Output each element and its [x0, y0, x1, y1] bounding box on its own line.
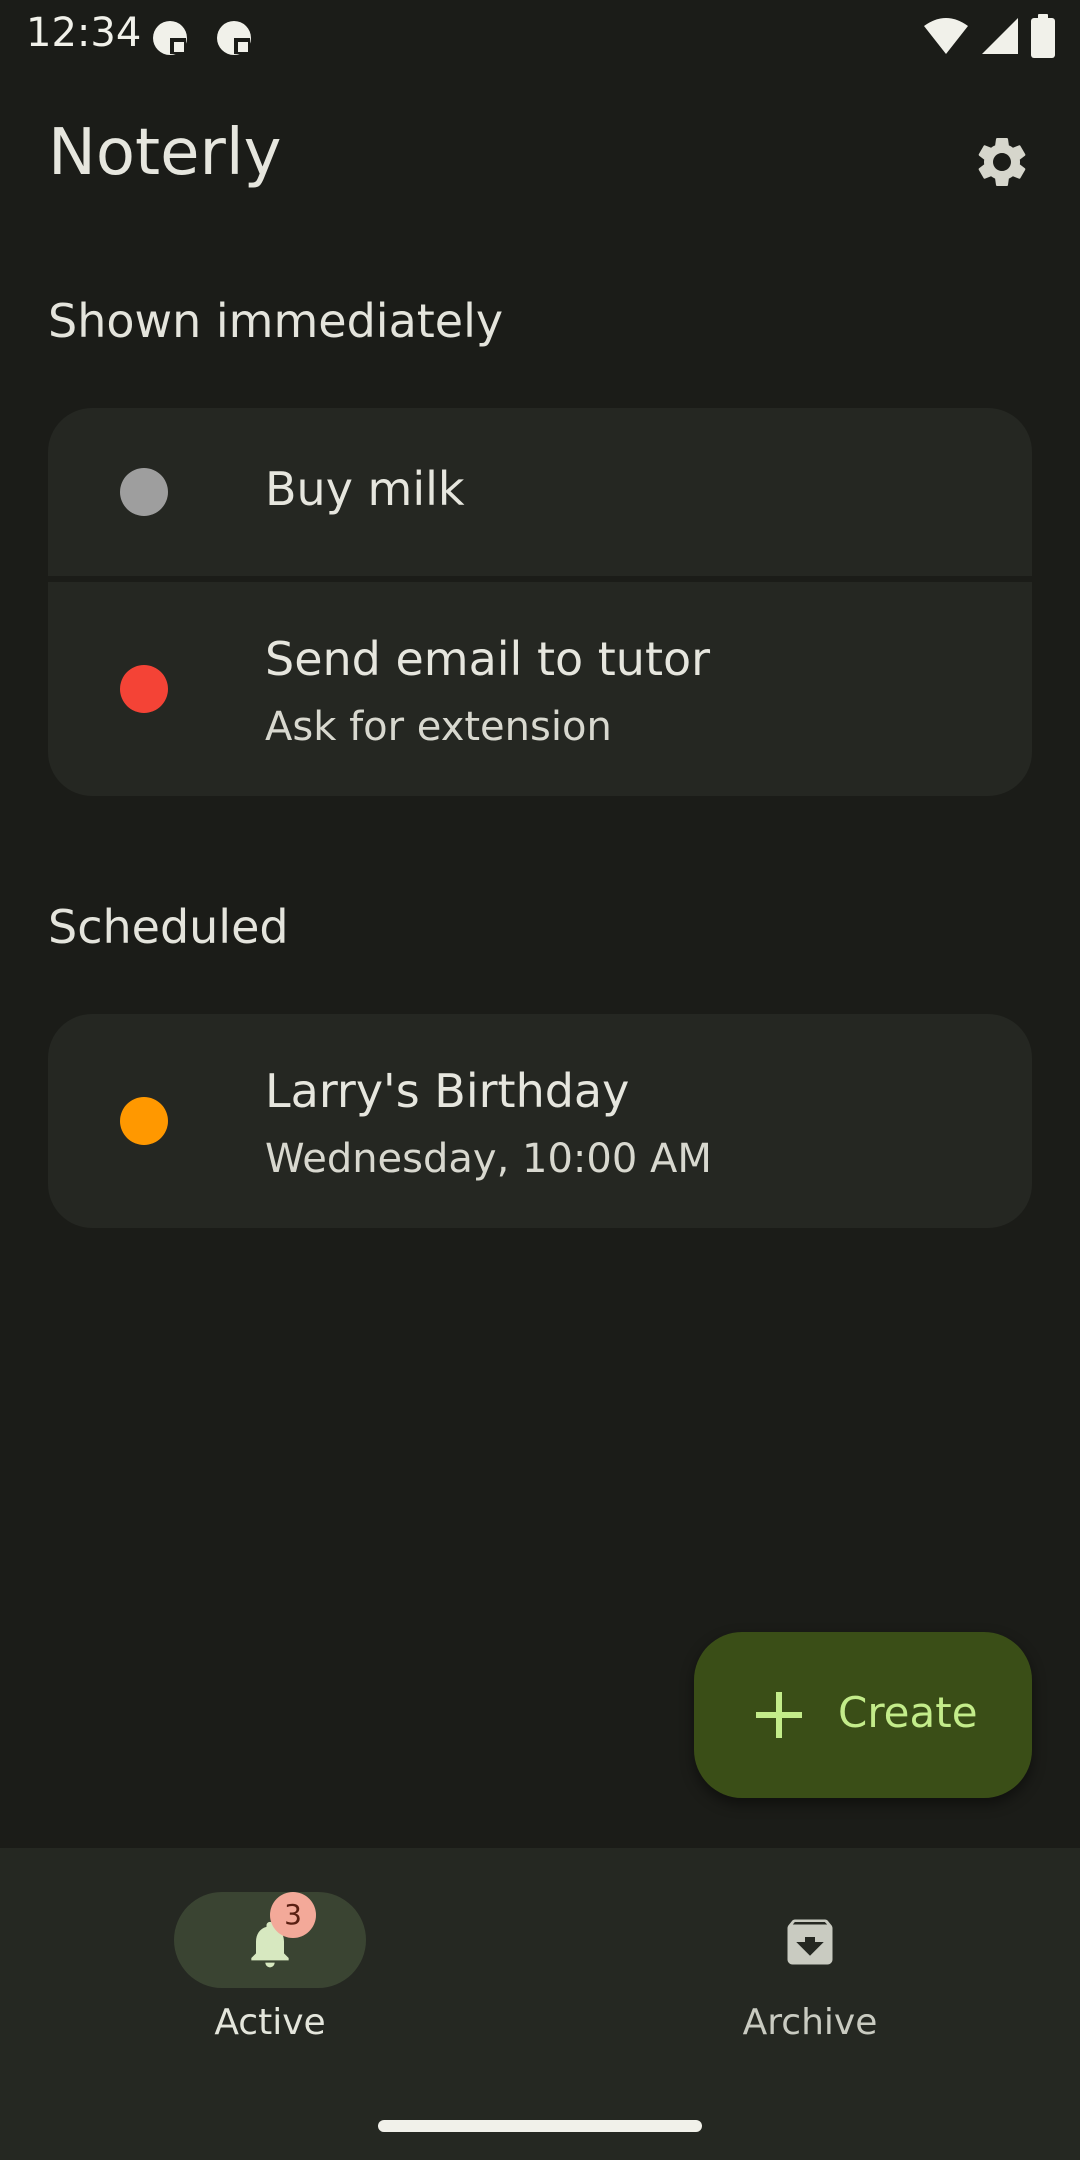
create-label: Create	[838, 1688, 978, 1737]
nav-item-active[interactable]: 3 Active	[0, 1848, 540, 2068]
app-bar: Noterly	[0, 80, 1080, 230]
nav-item-archive[interactable]: Archive	[540, 1848, 1080, 2068]
nav-label-active: Active	[214, 2002, 326, 2043]
priority-dot	[120, 468, 168, 516]
gear-icon	[978, 138, 1026, 186]
priority-dot	[120, 1097, 168, 1145]
note-title: Send email to tutor	[265, 632, 711, 686]
status-bar: 12:34	[0, 0, 1080, 72]
note-title: Larry's Birthday	[265, 1064, 630, 1118]
archive-icon	[787, 1919, 833, 1965]
scheduled-notes-list: Larry's Birthday Wednesday, 10:00 AM	[48, 1014, 1032, 1228]
wifi-icon	[924, 18, 968, 54]
status-icons	[922, 12, 1056, 60]
list-item[interactable]: Buy milk	[48, 408, 1032, 576]
battery-icon	[1031, 14, 1055, 58]
nav-label-archive: Archive	[742, 2002, 878, 2043]
list-item[interactable]: Send email to tutor Ask for extension	[48, 582, 1032, 796]
bottom-navigation: 3 Active Archive	[0, 1848, 1080, 2160]
section-title-immediate: Shown immediately	[48, 294, 504, 348]
gesture-handle[interactable]	[378, 2120, 702, 2132]
notification-badge: 3	[270, 1892, 316, 1938]
section-title-scheduled: Scheduled	[48, 900, 289, 954]
settings-button[interactable]	[960, 120, 1044, 204]
app-title: Noterly	[48, 116, 282, 190]
create-button[interactable]: Create	[694, 1632, 1032, 1798]
note-subtitle: Wednesday, 10:00 AM	[265, 1136, 712, 1182]
note-subtitle: Ask for extension	[265, 704, 612, 750]
note-title: Buy milk	[265, 462, 465, 516]
app-notification-icon	[217, 21, 251, 55]
status-time: 12:34	[26, 10, 142, 56]
immediate-notes-list: Buy milk Send email to tutor Ask for ext…	[48, 408, 1032, 796]
app-notification-icon	[153, 21, 187, 55]
plus-icon	[756, 1692, 802, 1738]
list-item[interactable]: Larry's Birthday Wednesday, 10:00 AM	[48, 1014, 1032, 1228]
priority-dot	[120, 665, 168, 713]
cell-signal-icon	[982, 18, 1018, 54]
